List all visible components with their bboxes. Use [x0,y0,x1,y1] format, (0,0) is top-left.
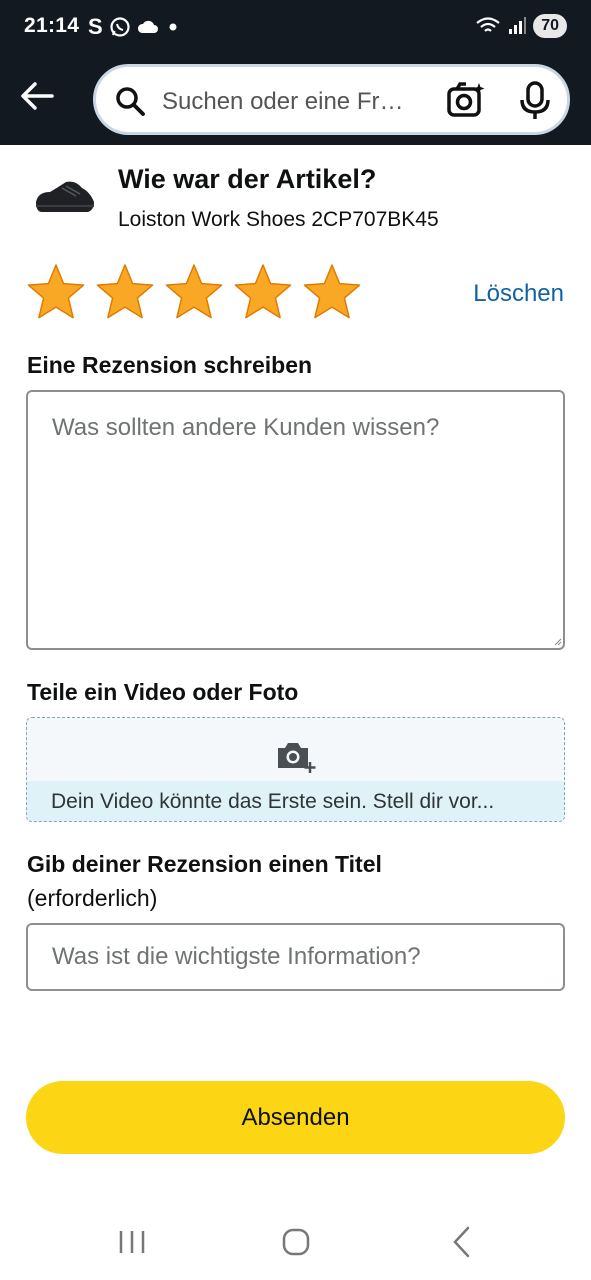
title-heading: Gib deiner Rezension einen Titel [27,851,382,877]
star-icon-5[interactable] [302,262,362,322]
star-icon-2[interactable] [95,262,155,322]
search-header [0,58,591,145]
wifi-icon [476,17,500,32]
media-hint: Dein Video könnte das Erste sein. Stell … [27,781,564,821]
back-icon[interactable] [448,1225,476,1259]
status-bar: 21:14 S 70 [0,0,591,58]
product-header: Wie war der Artikel? Loiston Work Shoes … [26,160,566,240]
system-nav-bar [0,1205,591,1280]
recent-apps-icon[interactable] [116,1227,148,1257]
product-name: Loiston Work Shoes 2CP707BK45 [118,208,439,231]
add-photo-icon [278,743,316,773]
resize-grip-icon[interactable] [554,638,562,646]
battery-level: 70 [533,14,567,38]
microphone-icon[interactable] [519,81,551,121]
media-heading: Teile ein Video oder Foto [27,679,299,705]
status-right-icons: 70 [475,14,567,38]
media-upload-area[interactable]: Dein Video könnte das Erste sein. Stell … [26,717,565,822]
rating-question: Wie war der Artikel? [118,164,377,194]
search-input[interactable] [162,87,424,117]
product-thumbnail [36,181,94,212]
search-icon [116,87,145,116]
back-button[interactable] [14,76,60,116]
whatsapp-icon [110,17,130,37]
review-heading: Eine Rezension schreiben [27,352,313,378]
submit-button[interactable]: Absenden [26,1081,565,1154]
home-icon[interactable] [280,1227,312,1257]
star-icon-3[interactable] [164,262,224,322]
title-required-note: (erforderlich) [27,885,158,911]
status-left-icons: S [88,14,181,40]
star-icon-4[interactable] [233,262,293,322]
review-textarea[interactable] [26,390,565,650]
status-time: 21:14 [24,14,80,37]
star-icon-1[interactable] [26,262,86,322]
cloud-icon [137,20,158,33]
title-input[interactable] [26,923,565,991]
signal-icon [509,17,527,34]
star-rating[interactable] [26,262,362,322]
s-icon: S [88,14,103,39]
search-box[interactable] [93,64,570,135]
dot-icon [169,23,177,31]
clear-rating-link[interactable]: Löschen [473,280,564,308]
camera-sparkle-icon[interactable] [446,81,486,119]
back-arrow-icon [21,82,54,110]
